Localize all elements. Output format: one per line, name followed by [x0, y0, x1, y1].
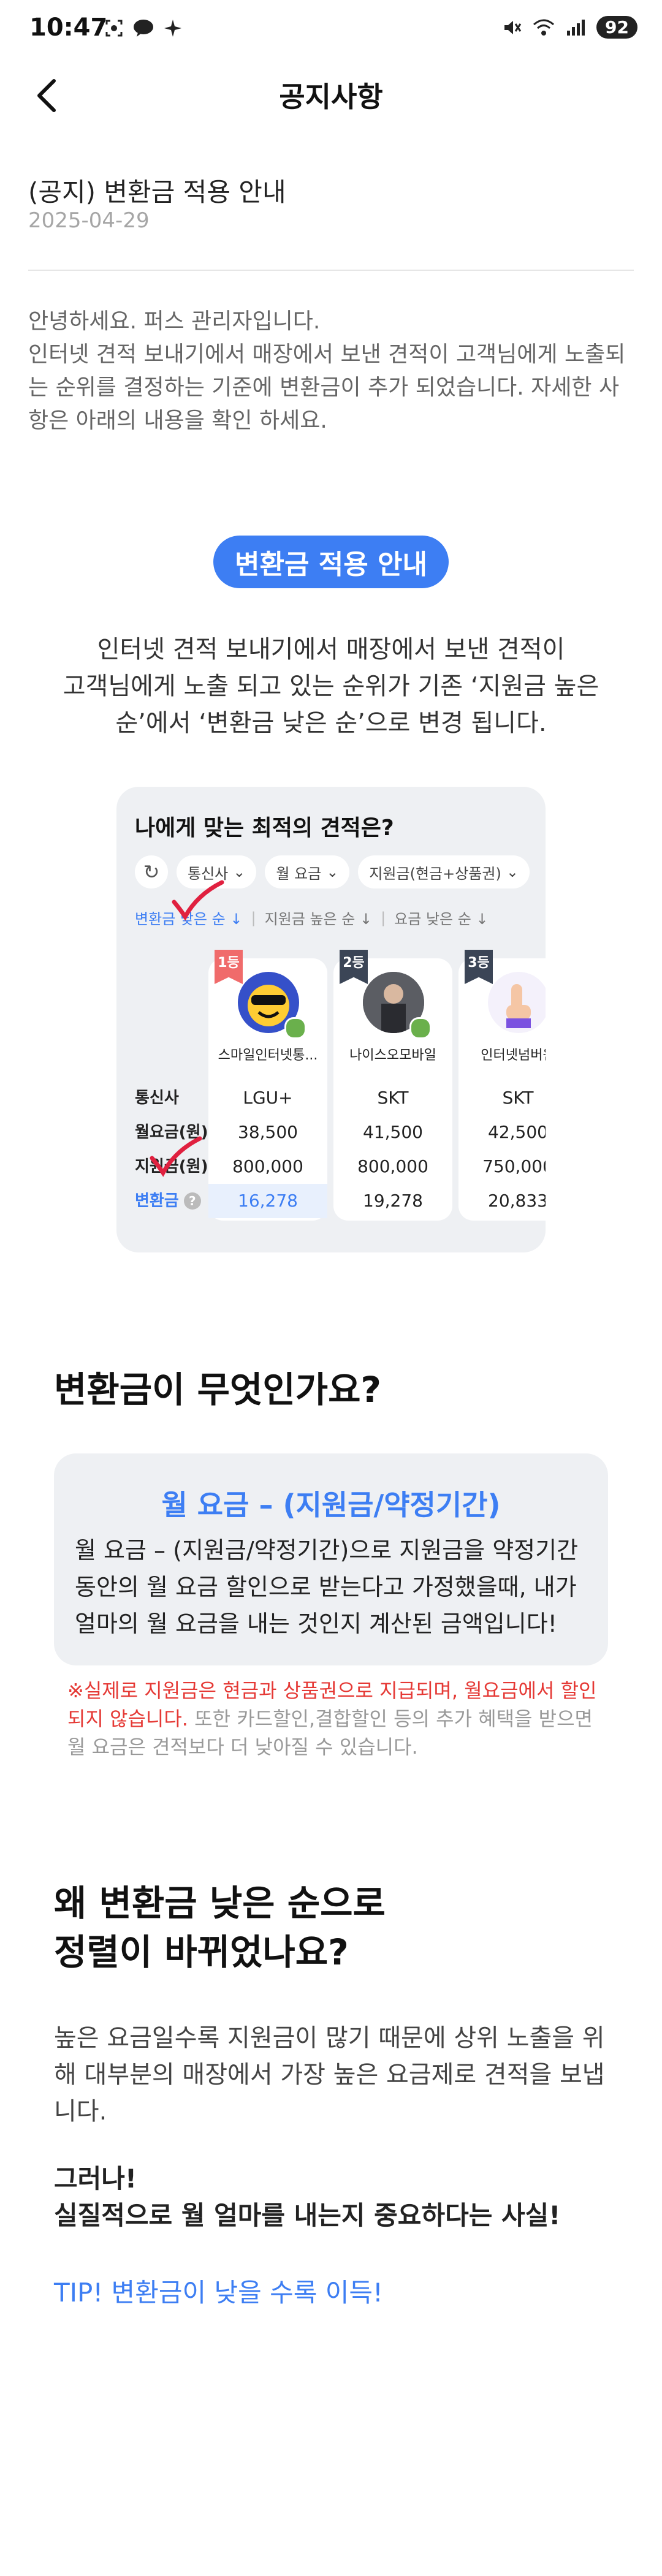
label-exchange-text: 변환금: [135, 1192, 179, 1210]
section-pill: 변환금 적용 안내: [213, 536, 449, 588]
plan-values: SKT 41,500 800,000 19,278: [333, 1081, 452, 1218]
verified-icon: [409, 1017, 432, 1039]
section-heading-why: 왜 변환금 낮은 순으로 정렬이 바뀌었나요?: [54, 1882, 386, 1973]
support-value: 750,000: [482, 1156, 546, 1176]
chevron-down-icon: ⌄: [326, 863, 339, 881]
formula-description: 월 요금 – (지원금/약정기간)으로 지원금을 약정기간 동안의 월 요금 할…: [75, 1537, 579, 1637]
notice-date: 2025-04-29: [28, 208, 150, 233]
filter-chip-support: 지원금(현금+상품권) ⌄: [358, 855, 530, 888]
support-value: 800,000: [232, 1156, 303, 1176]
plan-values: SKT 42,500 750,000 20,833: [458, 1081, 546, 1218]
store-name: 나이스오모바일: [349, 1048, 436, 1063]
monthly-value: 38,500: [238, 1122, 298, 1142]
rank-badge: 2등: [340, 950, 368, 984]
chip-label: 월 요금: [276, 865, 322, 882]
carrier-value: SKT: [502, 1088, 534, 1108]
example-card: 나에게 맞는 최적의 견적은? ↻ 통신사 ⌄ 월 요금 ⌄ 지원금(현금+상품권)…: [116, 787, 546, 1252]
rank-badge: 3등: [465, 950, 493, 984]
monthly-value: 42,500: [488, 1122, 546, 1142]
store-avatar: [488, 972, 546, 1033]
chevron-down-icon: ⌄: [506, 863, 519, 881]
app-header: 공지사항: [0, 56, 662, 135]
warning-note: ※실제로 지원금은 현금과 상품권으로 지급되며, 월요금에서 할인되지 않습니…: [67, 1676, 607, 1761]
store-name: 인터넷넘버원: [481, 1048, 546, 1063]
tip-text: TIP! 변환금이 낮을 수록 이득!: [54, 2278, 383, 2308]
label-carrier: 통신사: [135, 1089, 179, 1107]
talk-icon: [132, 17, 154, 39]
plan-card-1: 1등 스마일인터넷통... LGU+ 38,500 800,000 16,278: [208, 950, 327, 1221]
checkmark-icon: [172, 880, 224, 921]
support-value: 800,000: [357, 1156, 428, 1176]
status-time: 10:47: [29, 13, 108, 42]
screenshot-icon: [103, 17, 125, 39]
exchange-value: 20,833: [488, 1191, 546, 1211]
plan-card-3: 3등 인터넷넘버원 SKT 42,500 750,000 20,833: [458, 950, 546, 1221]
section-heading-what: 변환금이 무엇인가요?: [54, 1369, 382, 1411]
notification-icons: [103, 17, 184, 39]
signal-icon: [565, 17, 587, 39]
chevron-down-icon: ⌄: [233, 863, 246, 881]
label-exchange: 변환금?: [135, 1184, 208, 1218]
plan-values: LGU+ 38,500 800,000 16,278: [208, 1081, 327, 1218]
intro-text: 안녕하세요. 퍼스 관리자입니다. 인터넷 견적 보내기에서 매장에서 보낸 견…: [28, 309, 626, 433]
however-text: 그러나! 실질적으로 월 얼마를 내는지 중요하다는 사실!: [54, 2164, 561, 2230]
battery-indicator: 92: [596, 16, 637, 39]
refresh-icon: ↻: [135, 855, 168, 888]
store-name: 스마일인터넷통...: [218, 1048, 318, 1063]
sort-separator: |: [381, 909, 386, 926]
status-bar: 10:47 92: [0, 0, 662, 56]
exchange-value: 16,278: [208, 1184, 327, 1218]
sort-support-high: 지원금 높은 순 ↓: [264, 911, 373, 928]
exchange-value: 19,278: [363, 1191, 423, 1211]
notice-title: (공지) 변환금 적용 안내: [28, 177, 286, 207]
filter-chip-monthly: 월 요금 ⌄: [265, 855, 350, 888]
divider: [28, 270, 634, 271]
why-body: 높은 요금일수록 지원금이 많기 때문에 상위 노출을 위해 대부분의 매장에서…: [54, 2024, 605, 2126]
chip-label: 지원금(현금+상품권): [369, 865, 501, 882]
carrier-value: LGU+: [243, 1088, 293, 1108]
sparkle-icon: [162, 17, 184, 39]
formula-box: 월 요금 – (지원금/약정기간) 월 요금 – (지원금/약정기간)으로 지원…: [54, 1453, 608, 1665]
change-description: 인터넷 견적 보내기에서 매장에서 보낸 견적이 고객님에게 노출 되고 있는 …: [63, 635, 599, 737]
page-title: 공지사항: [279, 80, 383, 113]
formula-title: 월 요금 – (지원금/약정기간): [161, 1488, 501, 1521]
sort-fee-low: 요금 낮은 순 ↓: [394, 911, 489, 928]
plan-card-2: 2등 나이스오모바일 SKT 41,500 800,000 19,278: [333, 950, 452, 1221]
mute-icon: [501, 17, 523, 39]
carrier-value: SKT: [377, 1088, 409, 1108]
system-icons: 92: [501, 16, 637, 39]
rank-badge: 1등: [215, 950, 243, 984]
wifi-icon: [533, 17, 555, 39]
sort-separator: |: [251, 909, 256, 926]
monthly-value: 41,500: [363, 1122, 423, 1142]
card-title: 나에게 맞는 최적의 견적은?: [135, 816, 394, 841]
checkmark-icon: [150, 1136, 202, 1177]
verified-icon: [284, 1017, 306, 1039]
help-icon: ?: [183, 1192, 201, 1210]
